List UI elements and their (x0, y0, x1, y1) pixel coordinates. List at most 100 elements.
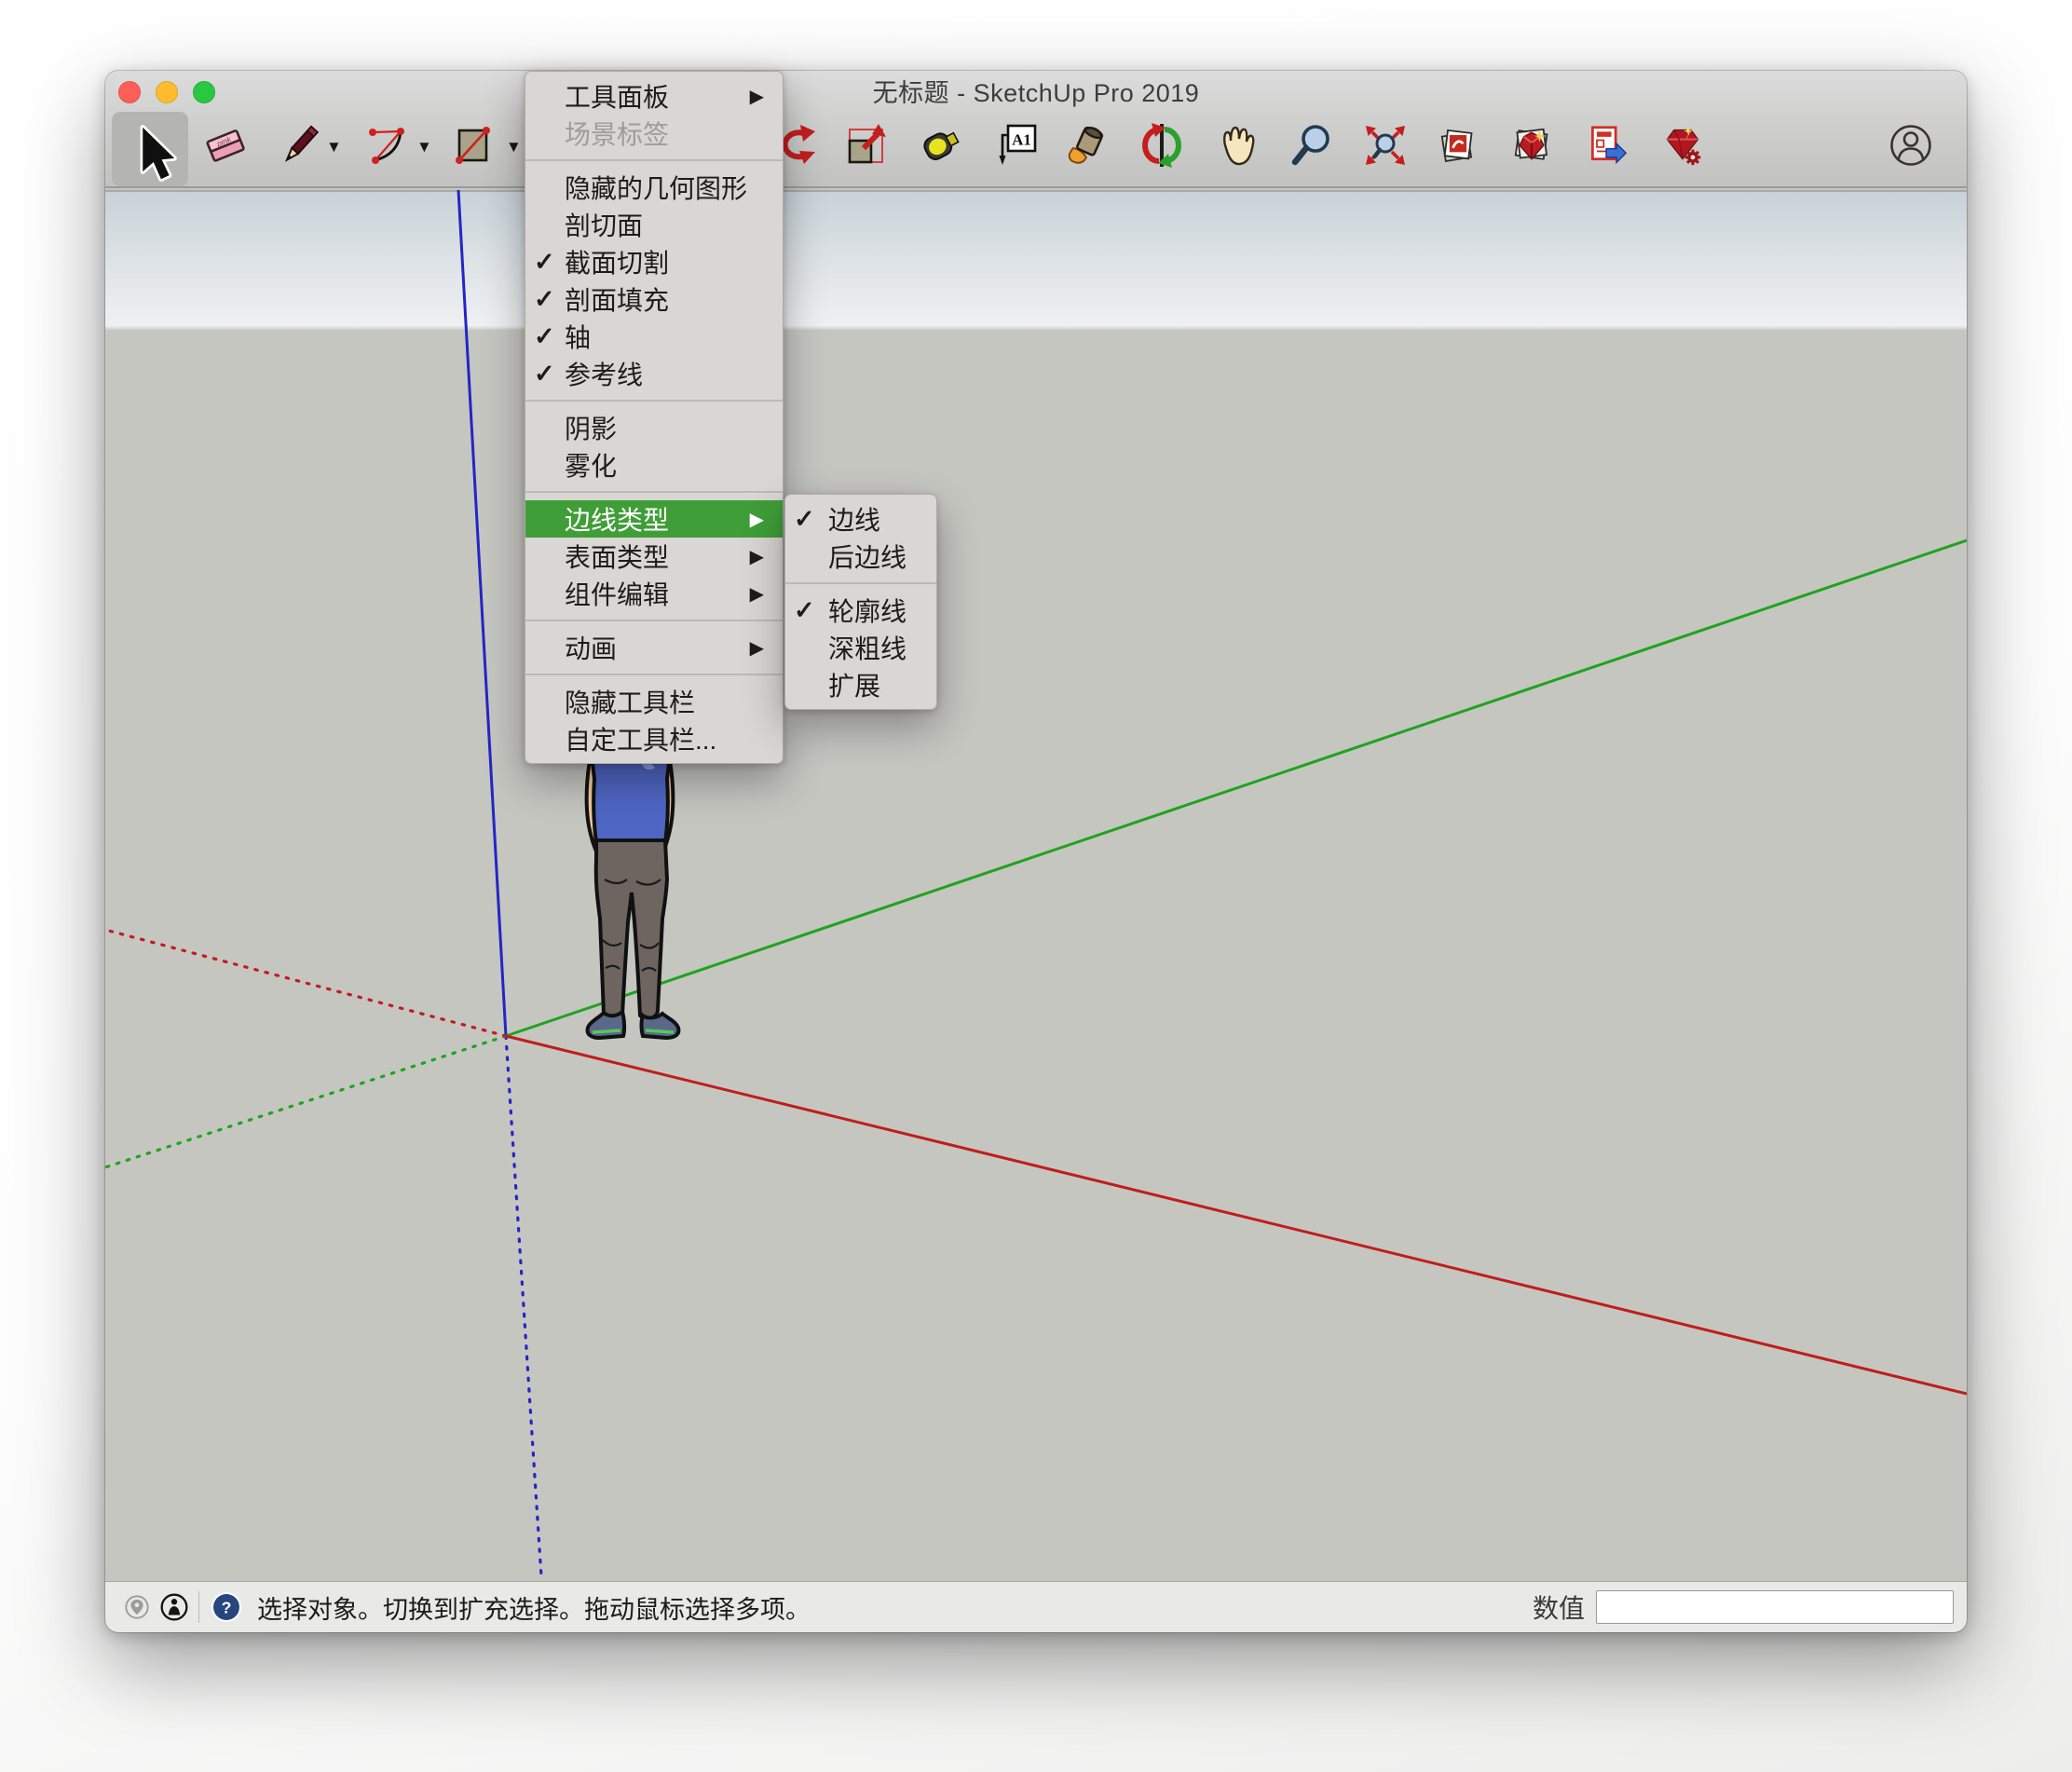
menu-separator (525, 674, 783, 675)
menu-item-hidden-geometry[interactable]: 隐藏的几何图形 (525, 169, 783, 206)
text-icon: A1 (995, 123, 1040, 168)
menu-item-tool-palettes[interactable]: 工具面板 ▶ (525, 77, 783, 115)
extension-manager-icon (1662, 125, 1703, 166)
check-icon: ✓ (534, 285, 562, 314)
menu-item-scene-tabs: 场景标签 (525, 115, 783, 152)
eraser-tool-button[interactable]: pink (204, 123, 249, 168)
3d-warehouse-icon (1438, 125, 1479, 166)
menu-separator (525, 620, 783, 621)
menu-item-section-cuts[interactable]: ✓ 截面切割 (525, 243, 783, 280)
menu-separator (525, 491, 783, 493)
menu-separator (525, 400, 783, 402)
submenu-item-back-edges[interactable]: 后边线 (785, 538, 936, 575)
submenu-arrow-icon: ▶ (750, 582, 764, 606)
paint-bucket-tool-button[interactable] (1062, 123, 1107, 168)
edge-style-submenu: ✓ 边线 后边线 ✓ 轮廓线 深粗线 扩展 (784, 494, 937, 710)
rectangle-icon (451, 123, 496, 168)
menu-item-section-planes[interactable]: 剖切面 (525, 206, 783, 243)
sketchup-window: 无标题 - SketchUp Pro 2019 pink (105, 71, 1967, 1632)
zoom-extents-icon (1363, 123, 1408, 168)
submenu-arrow-icon: ▶ (750, 85, 764, 108)
green-axis-dotted (105, 1036, 506, 1167)
scale-tool-button[interactable] (843, 123, 888, 168)
submenu-item-depth-cue[interactable]: 深粗线 (785, 629, 936, 666)
arc-tool-dropdown[interactable]: ▼ (416, 138, 432, 157)
extension-warehouse-icon (1511, 125, 1552, 166)
eraser-icon: pink (204, 123, 249, 168)
submenu-arrow-icon: ▶ (750, 636, 764, 660)
menu-separator (785, 582, 936, 584)
check-icon: ✓ (534, 248, 562, 277)
measurements-input[interactable] (1596, 1590, 1954, 1624)
help-icon[interactable]: ? (211, 1591, 242, 1623)
send-to-layout-button[interactable] (1587, 123, 1631, 168)
status-bar: ? 选择对象。切换到扩充选择。拖动鼠标选择多项。 数值 (105, 1581, 1967, 1632)
zoom-extents-tool-button[interactable] (1363, 123, 1408, 168)
menu-item-component-edit[interactable]: 组件编辑 ▶ (525, 575, 783, 612)
red-axis-dotted (105, 930, 506, 1036)
submenu-arrow-icon: ▶ (750, 545, 764, 568)
extension-manager-button[interactable] (1662, 123, 1707, 168)
submenu-item-extension[interactable]: 扩展 (785, 666, 936, 703)
orbit-tool-button[interactable] (1139, 123, 1184, 168)
pencil-icon (278, 123, 322, 168)
account-button[interactable] (1888, 123, 1933, 168)
menu-item-face-style[interactable]: 表面类型 ▶ (525, 538, 783, 575)
menu-separator (525, 159, 783, 161)
credits-icon[interactable] (159, 1592, 189, 1622)
line-tool-dropdown[interactable]: ▼ (326, 138, 342, 157)
submenu-item-profiles[interactable]: ✓ 轮廓线 (785, 592, 936, 629)
window-title: 无标题 - SketchUp Pro 2019 (105, 77, 1967, 109)
magnifier-icon (1289, 123, 1334, 168)
check-icon: ✓ (794, 505, 822, 534)
menu-item-fog[interactable]: 雾化 (525, 446, 783, 484)
blue-axis-solid (458, 190, 506, 1036)
geolocation-icon[interactable] (124, 1594, 150, 1620)
text-tool-button[interactable]: A1 (995, 123, 1040, 168)
check-icon: ✓ (534, 322, 562, 351)
menu-item-section-fill[interactable]: ✓ 剖面填充 (525, 280, 783, 318)
menu-item-edge-style[interactable]: 边线类型 ▶ (525, 500, 783, 538)
warehouse-3d-button[interactable] (1438, 123, 1482, 168)
menu-item-axes[interactable]: ✓ 轴 (525, 318, 783, 355)
paint-bucket-icon (1062, 123, 1107, 168)
rectangle-tool-dropdown[interactable]: ▼ (506, 138, 522, 157)
view-context-menu: 工具面板 ▶ 场景标签 隐藏的几何图形 剖切面 ✓ 截面切割 ✓ 剖面填充 ✓ … (525, 71, 784, 764)
menu-item-hide-toolbar[interactable]: 隐藏工具栏 (525, 683, 783, 720)
submenu-item-edges[interactable]: ✓ 边线 (785, 500, 936, 538)
tape-measure-icon (918, 123, 962, 168)
extension-warehouse-button[interactable] (1511, 123, 1556, 168)
check-icon: ✓ (794, 596, 822, 625)
titlebar-toolbar: 无标题 - SketchUp Pro 2019 pink (105, 71, 1967, 188)
scale-icon (843, 123, 888, 168)
red-axis-solid (506, 1036, 1967, 1394)
zoom-tool-button[interactable] (1289, 123, 1334, 168)
menu-item-animation[interactable]: 动画 ▶ (525, 629, 783, 666)
tape-measure-tool-button[interactable] (918, 123, 962, 168)
svg-text:A1: A1 (1012, 131, 1031, 149)
statusbar-divider (198, 1591, 199, 1623)
status-message: 选择对象。切换到扩充选择。拖动鼠标选择多项。 (257, 1589, 811, 1626)
rectangle-tool-button[interactable] (451, 123, 496, 168)
menu-item-guides[interactable]: ✓ 参考线 (525, 355, 783, 392)
pan-hand-icon (1214, 123, 1259, 168)
measurements-label: 数值 (1533, 1588, 1585, 1626)
submenu-arrow-icon: ▶ (750, 508, 764, 531)
send-to-layout-icon (1587, 125, 1628, 166)
menu-item-shadows[interactable]: 阴影 (525, 409, 783, 446)
scale-figure[interactable] (562, 740, 702, 1052)
orbit-icon (1139, 123, 1184, 168)
arc-icon (365, 123, 410, 168)
account-person-icon (1888, 123, 1933, 168)
check-icon: ✓ (534, 360, 562, 388)
menu-item-customize-toolbar[interactable]: 自定工具栏... (525, 720, 783, 757)
svg-text:?: ? (222, 1599, 232, 1617)
drawing-canvas[interactable] (105, 190, 1967, 1581)
pan-tool-button[interactable] (1214, 123, 1259, 168)
drawing-axes (105, 190, 1967, 1581)
select-tool-button[interactable] (112, 112, 188, 186)
line-tool-button[interactable] (278, 123, 322, 168)
arc-tool-button[interactable] (365, 123, 410, 168)
select-arrow-icon (128, 125, 188, 185)
blue-axis-dotted (506, 1036, 541, 1576)
